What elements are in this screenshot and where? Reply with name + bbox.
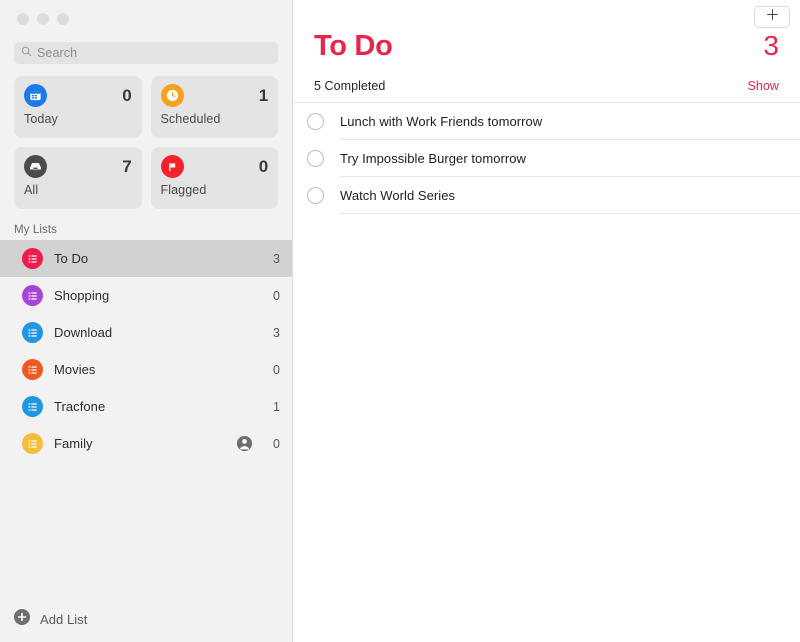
smart-list-count: 1 — [259, 86, 268, 106]
smart-list-label: Flagged — [161, 183, 269, 197]
reminders-window: Search 0 — [0, 0, 800, 642]
list-bullet-icon — [22, 433, 43, 454]
sidebar-item-to-do[interactable]: To Do 3 — [0, 240, 292, 277]
task-row[interactable]: Try Impossible Burger tomorrow — [293, 140, 800, 176]
smart-list-label: Scheduled — [161, 112, 269, 126]
list-count: 1 — [273, 400, 280, 414]
list-bullet-icon — [22, 285, 43, 306]
minimize-button[interactable] — [37, 13, 49, 25]
sidebar-item-download[interactable]: Download 3 — [0, 314, 292, 351]
main-content: To Do 3 5 Completed Show Lunch with Work… — [293, 0, 800, 642]
search-input[interactable]: Search — [14, 42, 278, 64]
list-count: 3 — [273, 326, 280, 340]
task-title[interactable]: Watch World Series — [340, 188, 455, 203]
search-container: Search — [0, 34, 292, 64]
add-list-button[interactable]: Add List — [0, 596, 292, 642]
list-count: 0 — [273, 289, 280, 303]
list-count: 0 — [273, 363, 280, 377]
close-button[interactable] — [17, 13, 29, 25]
sidebar-spacer — [0, 462, 292, 596]
sidebar-item-family[interactable]: Family 0 — [0, 425, 292, 462]
list-bullet-icon — [22, 322, 43, 343]
list-count: 3 — [273, 252, 280, 266]
smart-list-count: 0 — [122, 86, 131, 106]
task-title[interactable]: Lunch with Work Friends tomorrow — [340, 114, 542, 129]
task-row[interactable]: Watch World Series — [293, 177, 800, 213]
smart-list-count: 7 — [122, 157, 131, 177]
page-title: To Do — [314, 30, 393, 63]
calendar-icon — [24, 84, 47, 107]
list-header: To Do 3 — [293, 0, 800, 63]
list-name: Tracfone — [54, 399, 262, 414]
window-traffic-lights — [0, 0, 292, 34]
smart-list-label: Today — [24, 112, 132, 126]
list-bullet-icon — [22, 396, 43, 417]
my-lists-header: My Lists — [0, 209, 292, 240]
search-icon — [21, 44, 32, 62]
sidebar-item-tracfone[interactable]: Tracfone 1 — [0, 388, 292, 425]
task-checkbox-circle-icon[interactable] — [307, 187, 324, 204]
search-placeholder: Search — [37, 46, 77, 60]
completed-bar: 5 Completed Show — [293, 63, 800, 102]
completed-count-label: 5 Completed — [314, 79, 385, 93]
list-name: Download — [54, 325, 262, 340]
list-name: Shopping — [54, 288, 262, 303]
smart-list-flagged[interactable]: 0 Flagged — [151, 147, 279, 209]
smart-list-label: All — [24, 183, 132, 197]
smart-list-grid: 0 Today 1 Scheduled — [0, 64, 292, 209]
smart-list-count: 0 — [259, 157, 268, 177]
task-checkbox-circle-icon[interactable] — [307, 113, 324, 130]
show-completed-link[interactable]: Show — [748, 79, 779, 93]
inbox-icon — [24, 155, 47, 178]
sidebar-item-movies[interactable]: Movies 0 — [0, 351, 292, 388]
flag-icon — [161, 155, 184, 178]
smart-list-today[interactable]: 0 Today — [14, 76, 142, 138]
task-divider — [340, 213, 800, 214]
list-count: 0 — [273, 437, 280, 451]
add-reminder-button[interactable] — [754, 6, 790, 28]
sidebar-item-shopping[interactable]: Shopping 0 — [0, 277, 292, 314]
task-title[interactable]: Try Impossible Burger tomorrow — [340, 151, 526, 166]
sidebar: Search 0 — [0, 0, 293, 642]
my-lists-rows: To Do 3 Shopping 0 — [0, 240, 292, 462]
reminder-count: 3 — [763, 30, 779, 62]
plus-circle-icon — [13, 608, 31, 631]
smart-list-all[interactable]: 7 All — [14, 147, 142, 209]
plus-icon — [766, 8, 779, 26]
list-name: Movies — [54, 362, 262, 377]
add-list-label: Add List — [40, 612, 87, 627]
list-bullet-icon — [22, 359, 43, 380]
smart-list-scheduled[interactable]: 1 Scheduled — [151, 76, 279, 138]
task-checkbox-circle-icon[interactable] — [307, 150, 324, 167]
task-row[interactable]: Lunch with Work Friends tomorrow — [293, 103, 800, 139]
list-name: Family — [54, 436, 225, 451]
reminder-list: Lunch with Work Friends tomorrow Try Imp… — [293, 103, 800, 214]
zoom-button[interactable] — [57, 13, 69, 25]
list-bullet-icon — [22, 248, 43, 269]
list-name: To Do — [54, 251, 262, 266]
clock-icon — [161, 84, 184, 107]
shared-person-icon — [236, 435, 253, 452]
